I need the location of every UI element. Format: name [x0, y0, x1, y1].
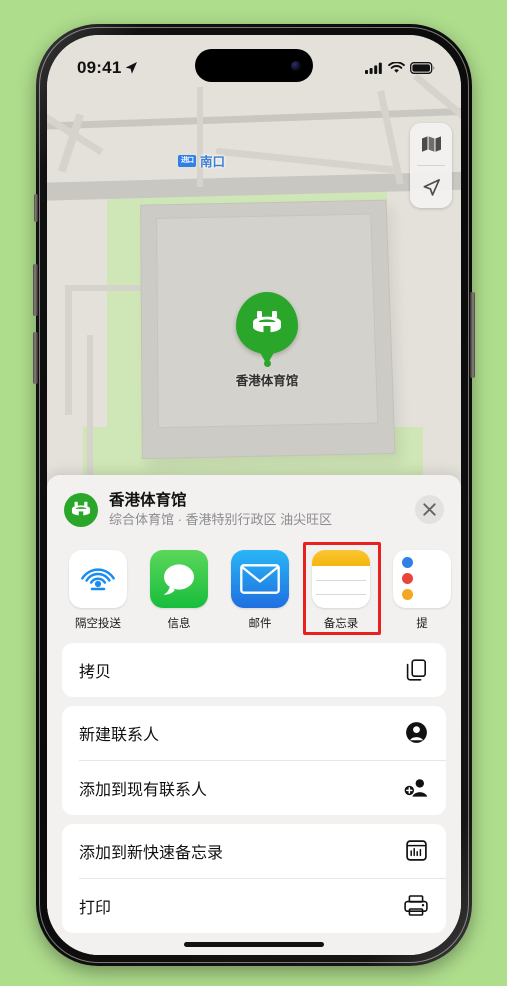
messages-icon [150, 549, 208, 608]
transit-label-text: 南口 [200, 155, 226, 169]
battery-icon [410, 62, 435, 74]
wifi-icon [388, 62, 405, 73]
share-sheet-title: 香港体育馆 [109, 492, 187, 509]
share-sheet: 香港体育馆 综合体育馆 · 香港特别行政区 油尖旺区 隔空投送 信息 邮件 备忘… [47, 475, 461, 955]
action-label: 拷贝 [79, 663, 112, 681]
action-add-to-existing-contact[interactable]: 添加到现有联系人 [62, 761, 446, 815]
action-group: 新建联系人 添加到现有联系人 [62, 705, 446, 815]
share-sheet-title-group: 香港体育馆 综合体育馆 · 香港特别行政区 油尖旺区 [109, 491, 404, 529]
location-arrow-icon [126, 62, 138, 74]
share-app-label: 隔空投送 [75, 617, 121, 630]
share-app-airdrop[interactable]: 隔空投送 [68, 549, 128, 631]
status-time-group: 09:41 [77, 58, 138, 78]
share-app-row[interactable]: 隔空投送 信息 邮件 备忘录 提 [47, 541, 461, 643]
home-indicator[interactable] [184, 942, 324, 947]
map-road [215, 147, 395, 174]
notes-icon [312, 549, 370, 608]
share-app-reminders[interactable]: 提 [392, 549, 452, 631]
action-print[interactable]: 打印 [62, 879, 446, 933]
power-button[interactable] [470, 292, 475, 378]
share-app-label: 信息 [167, 617, 191, 630]
action-group: 拷贝 [62, 642, 446, 697]
poi-pin[interactable]: 香港体育馆 [232, 292, 302, 389]
action-label: 打印 [79, 899, 112, 917]
share-app-notes[interactable]: 备忘录 [303, 541, 381, 635]
copy-icon [403, 659, 429, 681]
action-copy[interactable]: 拷贝 [62, 643, 446, 697]
stadium-icon [64, 492, 98, 527]
share-sheet-header: 香港体育馆 综合体育馆 · 香港特别行政区 油尖旺区 [47, 475, 461, 542]
action-label: 添加到新快速备忘录 [79, 844, 224, 862]
action-new-contact[interactable]: 新建联系人 [62, 706, 446, 760]
mail-icon [231, 549, 289, 608]
share-app-label: 备忘录 [323, 617, 359, 630]
share-app-label: 提 [416, 617, 428, 630]
volume-down-button[interactable] [33, 332, 38, 384]
front-camera-icon [291, 60, 301, 71]
map-layers-icon[interactable] [410, 123, 452, 165]
reminders-icon [393, 549, 451, 608]
dynamic-island[interactable] [195, 49, 313, 82]
share-action-list: 拷贝 新建联系人 添加到现有联系人 添加到新快速备忘录 打印 [47, 642, 461, 933]
map-road [87, 335, 93, 485]
airdrop-icon [69, 549, 127, 608]
transit-entrance-label[interactable]: 进口 南口 [178, 151, 225, 170]
close-button[interactable] [415, 495, 444, 525]
status-indicators [365, 62, 435, 74]
locate-arrow-icon[interactable] [410, 166, 452, 208]
phone-screen: 进口 南口 香港体育馆 09:41 香港体育馆 综合体育馆 · 香港特别行政区 … [47, 35, 461, 955]
new-contact-icon [403, 721, 429, 744]
map-road [47, 106, 461, 131]
status-time: 09:41 [77, 58, 122, 77]
share-app-messages[interactable]: 信息 [149, 549, 209, 631]
quick-note-icon [403, 840, 429, 862]
action-group: 添加到新快速备忘录 打印 [62, 823, 446, 933]
map-road [197, 87, 203, 187]
add-to-contact-icon [403, 777, 429, 798]
share-app-label: 邮件 [248, 617, 272, 630]
action-label: 新建联系人 [79, 726, 160, 744]
share-app-mail[interactable]: 邮件 [230, 549, 290, 631]
poi-label: 香港体育馆 [235, 374, 299, 388]
cellular-bars-icon [365, 62, 382, 74]
entrance-badge-icon: 进口 [178, 154, 196, 167]
close-icon [423, 503, 436, 517]
action-label: 添加到现有联系人 [79, 781, 208, 799]
stadium-icon [236, 292, 298, 354]
volume-up-button[interactable] [33, 264, 38, 316]
printer-icon [403, 895, 429, 917]
map-road [65, 285, 72, 415]
share-sheet-subtitle: 综合体育馆 · 香港特别行政区 油尖旺区 [109, 512, 333, 528]
map-controls[interactable] [410, 123, 452, 208]
action-add-to-new-quick-note[interactable]: 添加到新快速备忘录 [62, 824, 446, 878]
silent-switch[interactable] [34, 194, 38, 222]
phone-frame: 进口 南口 香港体育馆 09:41 香港体育馆 综合体育馆 · 香港特别行政区 … [33, 24, 475, 966]
